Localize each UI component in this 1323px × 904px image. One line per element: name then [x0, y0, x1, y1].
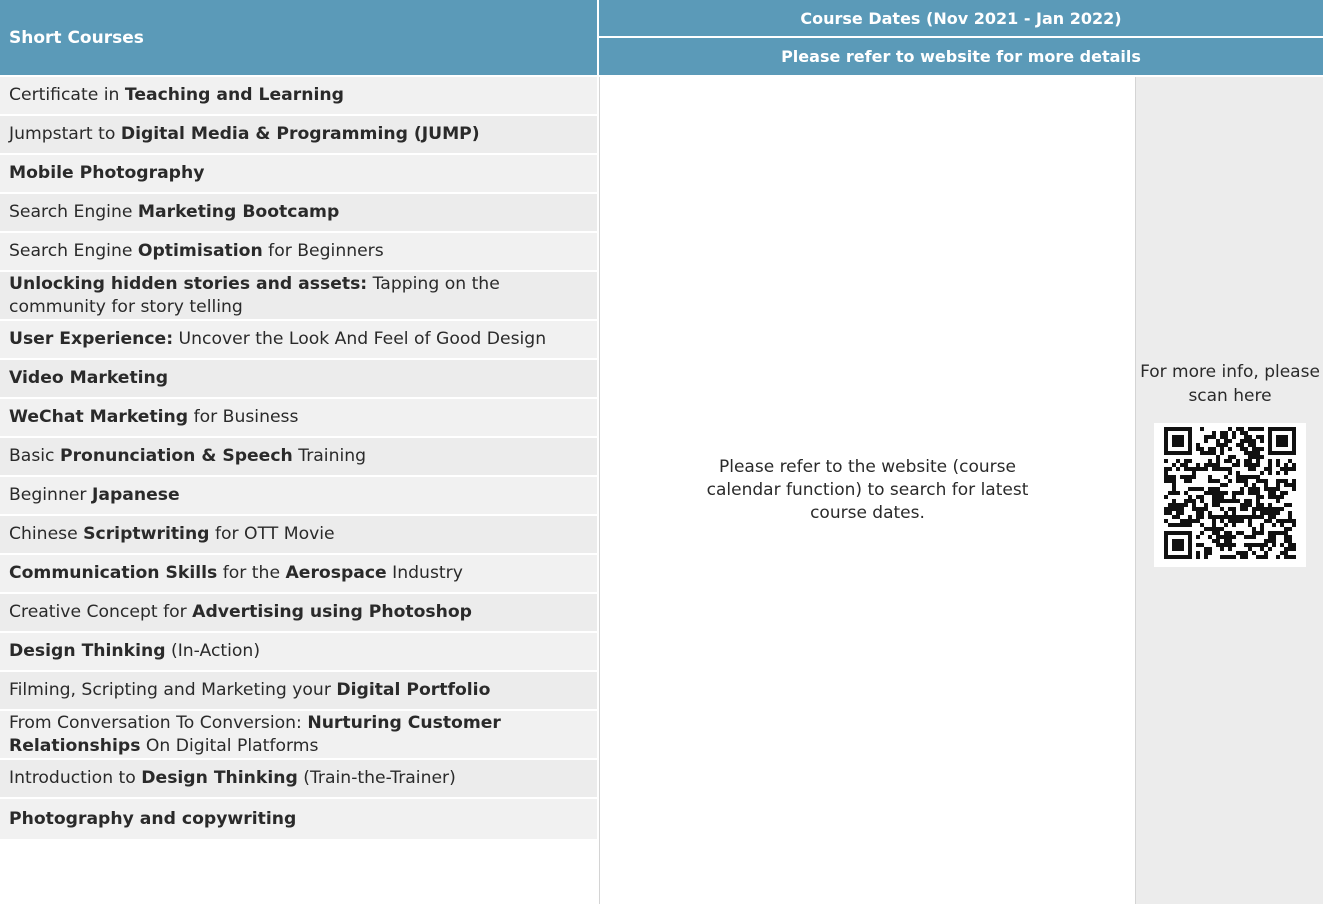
course-name-regular: Chinese: [9, 524, 84, 544]
course-name-bold: Japanese: [91, 485, 180, 505]
course-name-bold: Design Thinking: [141, 768, 298, 788]
course-name-bold: Photography and copywriting: [9, 808, 297, 829]
website-note-header: Please refer to website for more details: [599, 38, 1323, 75]
course-row: Chinese Scriptwriting for OTT Movie: [0, 516, 597, 555]
course-row: Communication Skills for the Aerospace I…: [0, 555, 597, 594]
course-name-regular: for the: [217, 563, 286, 583]
course-list: Certificate in Teaching and Learning Jump…: [0, 77, 597, 841]
course-name-bold: Optimisation: [137, 241, 263, 261]
course-name-regular: (In-Action): [165, 641, 261, 661]
course-name: Introduction to Design Thinking (Train-t…: [9, 767, 456, 790]
course-row: Basic Pronunciation & Speech Training: [0, 438, 597, 477]
course-name-bold: Advertising using Photoshop: [192, 602, 472, 622]
course-row: Filming, Scripting and Marketing your Di…: [0, 672, 597, 711]
course-name: Unlocking hidden stories and assets: Tap…: [9, 273, 588, 319]
course-name-bold: Teaching and Learning: [124, 85, 344, 105]
course-name-bold: User Experience:: [9, 329, 174, 349]
course-row: Mobile Photography: [0, 155, 597, 194]
course-name-regular: On Digital Platforms: [140, 735, 319, 756]
course-name-regular: Certificate in: [9, 85, 125, 105]
course-name-regular: Search Engine: [9, 202, 138, 222]
course-name-bold: Design Thinking: [9, 641, 166, 661]
course-name-regular: Jumpstart to: [9, 124, 121, 144]
course-name: Creative Concept for Advertising using P…: [9, 601, 472, 624]
course-name-bold: Scriptwriting: [83, 524, 210, 544]
course-name: Certificate in Teaching and Learning: [9, 84, 344, 107]
course-name-bold: Unlocking hidden stories and assets:: [9, 273, 368, 294]
course-row: Search Engine Marketing Bootcamp: [0, 194, 597, 233]
course-name-bold: Communication Skills: [9, 563, 218, 583]
course-name-regular: for OTT Movie: [209, 524, 335, 544]
course-row: WeChat Marketing for Business: [0, 399, 597, 438]
course-row: Beginner Japanese: [0, 477, 597, 516]
course-row: Video Marketing: [0, 360, 597, 399]
course-row: Introduction to Design Thinking (Train-t…: [0, 760, 597, 799]
course-name-bold: Video Marketing: [9, 368, 169, 388]
course-name-regular: for Beginners: [262, 241, 384, 261]
course-name: Mobile Photography: [9, 162, 204, 185]
course-name-bold: Marketing Bootcamp: [137, 202, 340, 222]
qr-info-cell: For more info, please scan here: [1135, 77, 1323, 904]
course-name-regular: Training: [292, 446, 367, 466]
course-name: Photography and copywriting: [9, 808, 296, 831]
course-name-regular: Creative Concept for: [9, 602, 193, 622]
course-name-bold: Pronunciation & Speech: [59, 446, 293, 466]
course-name-bold: Digital Media & Programming (JUMP): [120, 124, 480, 144]
course-name: Chinese Scriptwriting for OTT Movie: [9, 523, 335, 546]
course-name: Video Marketing: [9, 367, 168, 390]
course-name: Communication Skills for the Aerospace I…: [9, 562, 463, 585]
course-name: Search Engine Optimisation for Beginners: [9, 240, 384, 263]
course-row: Certificate in Teaching and Learning: [0, 77, 597, 116]
course-row: Creative Concept for Advertising using P…: [0, 594, 597, 633]
course-name-bold: Digital Portfolio: [336, 680, 491, 700]
course-row: Search Engine Optimisation for Beginners: [0, 233, 597, 272]
course-name-regular: Filming, Scripting and Marketing your: [9, 680, 337, 700]
course-row: User Experience: Uncover the Look And Fe…: [0, 321, 597, 360]
qr-code-graphic: [1164, 427, 1296, 559]
qr-caption: For more info, please scan here: [1140, 362, 1320, 406]
course-name-regular: From Conversation To Conversion:: [9, 712, 308, 733]
course-name-bold: Mobile Photography: [9, 163, 205, 183]
course-name-regular: for Business: [188, 407, 299, 427]
course-name-regular: Search Engine: [9, 241, 138, 261]
course-name-regular: Introduction to: [9, 768, 142, 788]
course-row: Photography and copywriting: [0, 799, 597, 841]
course-name-bold: WeChat Marketing: [9, 407, 189, 427]
course-name: User Experience: Uncover the Look And Fe…: [9, 328, 546, 351]
course-table: Short Courses Course Dates (Nov 2021 - J…: [0, 0, 1323, 904]
course-row: Unlocking hidden stories and assets: Tap…: [0, 272, 597, 321]
course-dates-cell: Please refer to the website (course cale…: [599, 77, 1135, 904]
course-dates-header: Course Dates (Nov 2021 - Jan 2022): [599, 0, 1323, 36]
course-name-regular: Uncover the Look And Feel of Good Design: [173, 329, 547, 349]
course-name: From Conversation To Conversion: Nurturi…: [9, 712, 588, 758]
course-name: Beginner Japanese: [9, 484, 180, 507]
course-name: Filming, Scripting and Marketing your Di…: [9, 679, 490, 702]
course-name: WeChat Marketing for Business: [9, 406, 298, 429]
course-row: Design Thinking (In-Action): [0, 633, 597, 672]
course-name: Basic Pronunciation & Speech Training: [9, 445, 366, 468]
course-name: Design Thinking (In-Action): [9, 640, 260, 663]
course-row: Jumpstart to Digital Media & Programming…: [0, 116, 597, 155]
course-name-regular: Beginner: [9, 485, 92, 505]
qr-code-icon[interactable]: [1154, 423, 1306, 567]
course-dates-text: Please refer to the website (course cale…: [706, 457, 1029, 523]
course-name-regular: Industry: [386, 563, 463, 583]
course-name-bold: Aerospace: [285, 563, 387, 583]
course-name: Search Engine Marketing Bootcamp: [9, 201, 339, 224]
course-name: Jumpstart to Digital Media & Programming…: [9, 123, 480, 146]
course-row: From Conversation To Conversion: Nurturi…: [0, 711, 597, 760]
course-name-regular: Basic: [9, 446, 60, 466]
course-name-regular: (Train-the-Trainer): [297, 768, 456, 788]
short-courses-header: Short Courses: [0, 0, 597, 75]
